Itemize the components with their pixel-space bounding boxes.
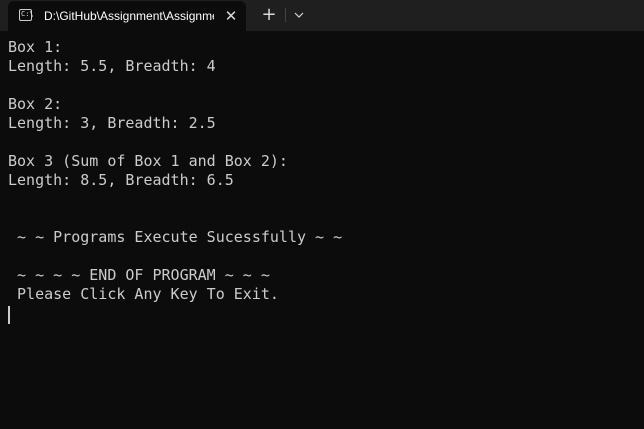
terminal-output[interactable]: Box 1: Length: 5.5, Breadth: 4 Box 2: Le… — [0, 31, 644, 429]
text-cursor — [8, 306, 10, 324]
output-line: Box 3 (Sum of Box 1 and Box 2): — [8, 152, 288, 170]
close-tab-button[interactable]: ✕ — [221, 6, 241, 26]
terminal-window: C:\ D:\GitHub\Assignment\Assignment ✕ + … — [0, 0, 644, 429]
output-line: Length: 5.5, Breadth: 4 — [8, 57, 216, 75]
output-line: Box 1: — [8, 38, 63, 56]
tab-divider — [285, 8, 286, 22]
output-line: Please Click Any Key To Exit. — [8, 285, 279, 303]
terminal-tab[interactable]: C:\ D:\GitHub\Assignment\Assignment ✕ — [8, 1, 246, 31]
output-line: ~ ~ ~ ~ END OF PROGRAM ~ ~ ~ — [8, 266, 270, 284]
title-bar: C:\ D:\GitHub\Assignment\Assignment ✕ + — [0, 0, 644, 31]
terminal-icon: C:\ — [19, 9, 34, 21]
new-tab-button[interactable]: + — [259, 5, 279, 25]
output-line: ~ ~ Programs Execute Sucessfully ~ ~ — [8, 228, 343, 246]
tab-title: D:\GitHub\Assignment\Assignment — [44, 9, 214, 23]
output-line: Box 2: — [8, 95, 63, 113]
output-line: Length: 8.5, Breadth: 6.5 — [8, 171, 234, 189]
output-line: Length: 3, Breadth: 2.5 — [8, 114, 216, 132]
chevron-down-icon[interactable] — [289, 6, 309, 26]
